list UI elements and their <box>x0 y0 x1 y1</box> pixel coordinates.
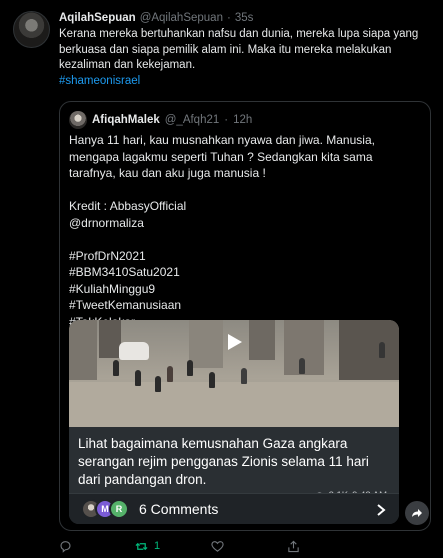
retweet-icon <box>135 542 148 550</box>
quote-line: #ProfDrN2021 <box>69 248 146 263</box>
quote-line: #KuliahMinggu9 <box>69 281 156 296</box>
retweet-count: 1 <box>154 540 161 552</box>
chevron-right-icon[interactable] <box>375 503 387 517</box>
car-image <box>119 342 149 360</box>
tweet-actions: 1 <box>59 538 379 554</box>
share-icon <box>288 540 299 552</box>
tweet-content: AqilahSepuan @AqilahSepuan · 35s Kerana … <box>59 10 434 89</box>
avatar[interactable] <box>13 11 50 48</box>
quote-line: Kredit : AbbasyOfficial <box>69 199 187 213</box>
video-card[interactable]: Lihat bagaimana kemusnahan Gaza angkara … <box>69 320 399 524</box>
quote-separator: · <box>224 114 229 126</box>
retweet-button[interactable]: 1 <box>135 540 211 553</box>
play-icon[interactable] <box>224 332 244 352</box>
heart-icon <box>211 540 224 552</box>
video-thumbnail[interactable] <box>69 320 399 427</box>
separator: · <box>226 12 231 24</box>
quote-author-name: AfiqahMalek <box>92 114 160 126</box>
quote-line <box>69 182 419 199</box>
quote-line: @drnormaliza <box>69 215 144 230</box>
quote-line <box>69 231 419 248</box>
tweet-text: Kerana mereka bertuhankan nafsu dan duni… <box>59 28 419 71</box>
quote-line: #BBM3410Satu2021 <box>69 265 180 279</box>
reply-button[interactable] <box>59 540 135 553</box>
author-name[interactable]: AqilahSepuan <box>59 10 136 26</box>
tweet[interactable]: AqilahSepuan @AqilahSepuan · 35s Kerana … <box>0 0 443 558</box>
reply-icon <box>60 540 71 553</box>
quote-line: #TweetKemanusiaan <box>69 298 182 312</box>
quoted-tweet[interactable]: AfiqahMalek @_Afqh21 · 12h Hanya 11 hari… <box>59 101 431 531</box>
quote-avatar <box>69 111 87 129</box>
quote-line: Hanya 11 hari, kau musnahkan nyawa dan j… <box>69 133 375 180</box>
quote-time: 12h <box>233 114 253 126</box>
share-icon <box>412 509 422 517</box>
comment-avatars: M R <box>81 499 129 519</box>
card-caption: Lihat bagaimana kemusnahan Gaza angkara … <box>78 436 369 487</box>
quote-header: AfiqahMalek @_Afqh21 · 12h <box>69 111 252 129</box>
tweet-time[interactable]: 35s <box>235 10 254 26</box>
hashtag-link[interactable]: #shameonisrael <box>59 74 434 90</box>
like-button[interactable] <box>211 540 287 553</box>
avatar: R <box>109 499 129 519</box>
author-handle[interactable]: @AqilahSepuan <box>140 10 223 26</box>
share-button[interactable] <box>287 540 363 553</box>
tweet-header: AqilahSepuan @AqilahSepuan · 35s <box>59 10 434 26</box>
share-video-button[interactable] <box>405 501 429 525</box>
comments-label: 6 Comments <box>139 501 219 517</box>
comments-row[interactable]: M R 6 Comments <box>69 493 399 524</box>
quote-author-handle: @_Afqh21 <box>164 114 220 126</box>
quote-text: Hanya 11 hari, kau musnahkan nyawa dan j… <box>69 132 419 330</box>
